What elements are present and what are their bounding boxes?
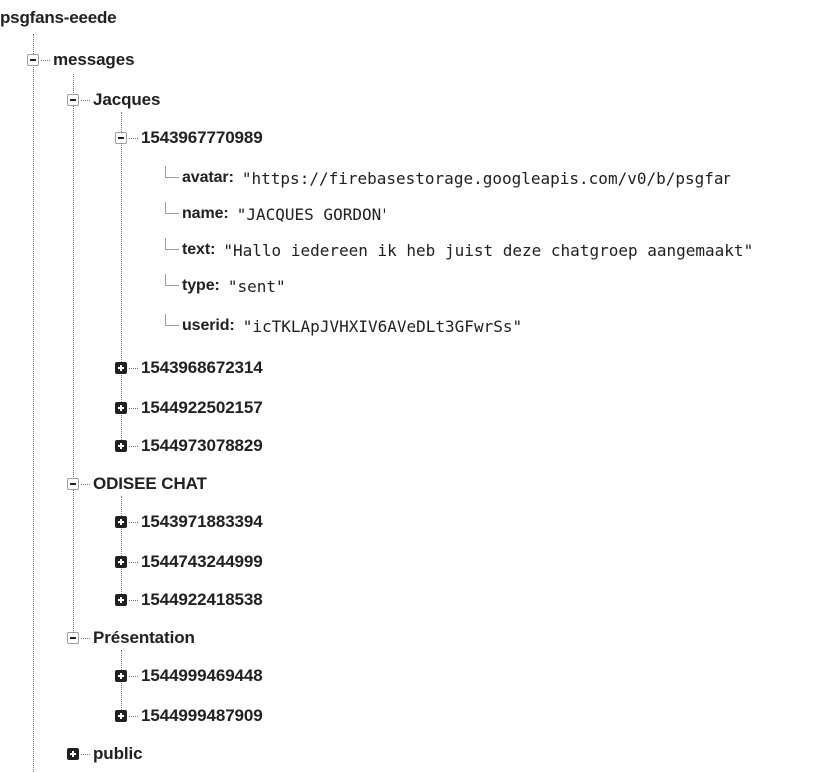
tree-connector (165, 238, 179, 250)
node-key[interactable]: public (93, 744, 143, 764)
expand-icon[interactable] (115, 516, 127, 528)
tree-connector (129, 715, 138, 717)
field-avatar[interactable]: avatar: "https://firebasestorage.googlea… (165, 166, 821, 190)
tree-node-message-entry[interactable]: 1544973078829 (115, 434, 263, 458)
collapse-icon[interactable] (27, 54, 39, 66)
field-separator: : (210, 241, 216, 258)
expand-icon[interactable] (115, 594, 127, 606)
tree-connector (165, 202, 179, 214)
node-key[interactable]: 1544999469448 (141, 666, 263, 686)
expand-icon[interactable] (115, 402, 127, 414)
node-key[interactable]: 1544922418538 (141, 590, 263, 610)
field-key[interactable]: type (182, 277, 215, 295)
expand-icon[interactable] (115, 670, 127, 682)
tree-connector (81, 483, 90, 485)
tree-connector (129, 445, 138, 447)
field-text[interactable]: text: "Hallo iedereen ik heb juist deze … (165, 238, 751, 262)
expand-icon[interactable] (115, 440, 127, 452)
database-tree: psgfans-eeede messages Jacques 154396777… (0, 0, 821, 772)
field-key[interactable]: text (182, 241, 210, 259)
field-key[interactable]: userid (182, 317, 230, 335)
field-key[interactable]: avatar (182, 169, 229, 187)
node-key[interactable]: 1543971883394 (141, 512, 263, 532)
tree-node-message-entry[interactable]: 1544922418538 (115, 588, 263, 612)
tree-connector (81, 753, 90, 755)
tree-node-message-entry[interactable]: 1543968672314 (115, 356, 263, 380)
tree-node-presentation[interactable]: Présentation (67, 626, 195, 650)
tree-connector (81, 637, 90, 639)
node-key[interactable]: 1544973078829 (141, 436, 263, 456)
tree-node-message-entry[interactable]: 1543967770989 (115, 126, 263, 150)
tree-node-message-entry[interactable]: 1544922502157 (115, 396, 263, 420)
collapse-icon[interactable] (67, 632, 79, 644)
expand-icon[interactable] (115, 362, 127, 374)
tree-connector (165, 166, 179, 178)
node-key[interactable]: 1543967770989 (141, 128, 263, 148)
tree-connector (129, 521, 138, 523)
tree-connector (129, 137, 138, 139)
tree-connector (41, 59, 50, 61)
collapse-icon[interactable] (67, 478, 79, 490)
tree-connector (129, 599, 138, 601)
tree-connector (129, 407, 138, 409)
tree-connector (129, 367, 138, 369)
tree-node-public[interactable]: public (67, 742, 143, 766)
tree-node-odisee-chat[interactable]: ODISEE CHAT (67, 472, 207, 496)
tree-connector (129, 561, 138, 563)
field-value[interactable]: "Hallo iedereen ik heb juist deze chatgr… (223, 241, 751, 260)
expand-icon[interactable] (67, 748, 79, 760)
tree-node-messages[interactable]: messages (27, 48, 135, 72)
field-separator: : (229, 317, 235, 334)
node-key[interactable]: messages (53, 50, 135, 70)
tree-guide-line (73, 74, 74, 639)
tree-node-message-entry[interactable]: 1544999487909 (115, 704, 263, 728)
field-type[interactable]: type: "sent" (165, 274, 286, 298)
node-key[interactable]: 1544743244999 (141, 552, 263, 572)
field-value[interactable]: "JACQUES GORDON" (237, 205, 385, 224)
tree-node-message-entry[interactable]: 1544743244999 (115, 550, 263, 574)
field-separator: : (214, 277, 220, 294)
node-key[interactable]: 1543968672314 (141, 358, 263, 378)
field-name[interactable]: name: "JACQUES GORDON" (165, 202, 385, 226)
node-key[interactable]: ODISEE CHAT (93, 474, 207, 494)
field-key[interactable]: name (182, 205, 224, 223)
node-key[interactable]: 1544922502157 (141, 398, 263, 418)
field-separator: : (228, 169, 234, 186)
tree-node-message-entry[interactable]: 1544999469448 (115, 664, 263, 688)
database-root[interactable]: psgfans-eeede (0, 6, 117, 30)
tree-node-message-entry[interactable]: 1543971883394 (115, 510, 263, 534)
expand-icon[interactable] (115, 710, 127, 722)
field-value[interactable]: "https://firebasestorage.googleapis.com/… (242, 169, 730, 188)
field-userid[interactable]: userid: "icTKLApJVHXIV6AVeDLt3GFwrSs" (165, 314, 522, 338)
field-separator: : (223, 205, 229, 222)
tree-guide-line (33, 34, 34, 772)
field-value[interactable]: "icTKLApJVHXIV6AVeDLt3GFwrSs" (243, 317, 522, 336)
tree-connector (81, 99, 90, 101)
collapse-icon[interactable] (115, 132, 127, 144)
node-key[interactable]: Présentation (93, 628, 195, 648)
tree-connector (165, 274, 179, 286)
expand-icon[interactable] (115, 556, 127, 568)
node-key[interactable]: Jacques (93, 90, 160, 110)
field-value[interactable]: "sent" (228, 277, 286, 296)
tree-connector (165, 314, 179, 326)
node-key[interactable]: 1544999487909 (141, 706, 263, 726)
tree-node-jacques[interactable]: Jacques (67, 88, 160, 112)
collapse-icon[interactable] (67, 94, 79, 106)
database-root-label: psgfans-eeede (0, 8, 117, 27)
tree-connector (129, 675, 138, 677)
